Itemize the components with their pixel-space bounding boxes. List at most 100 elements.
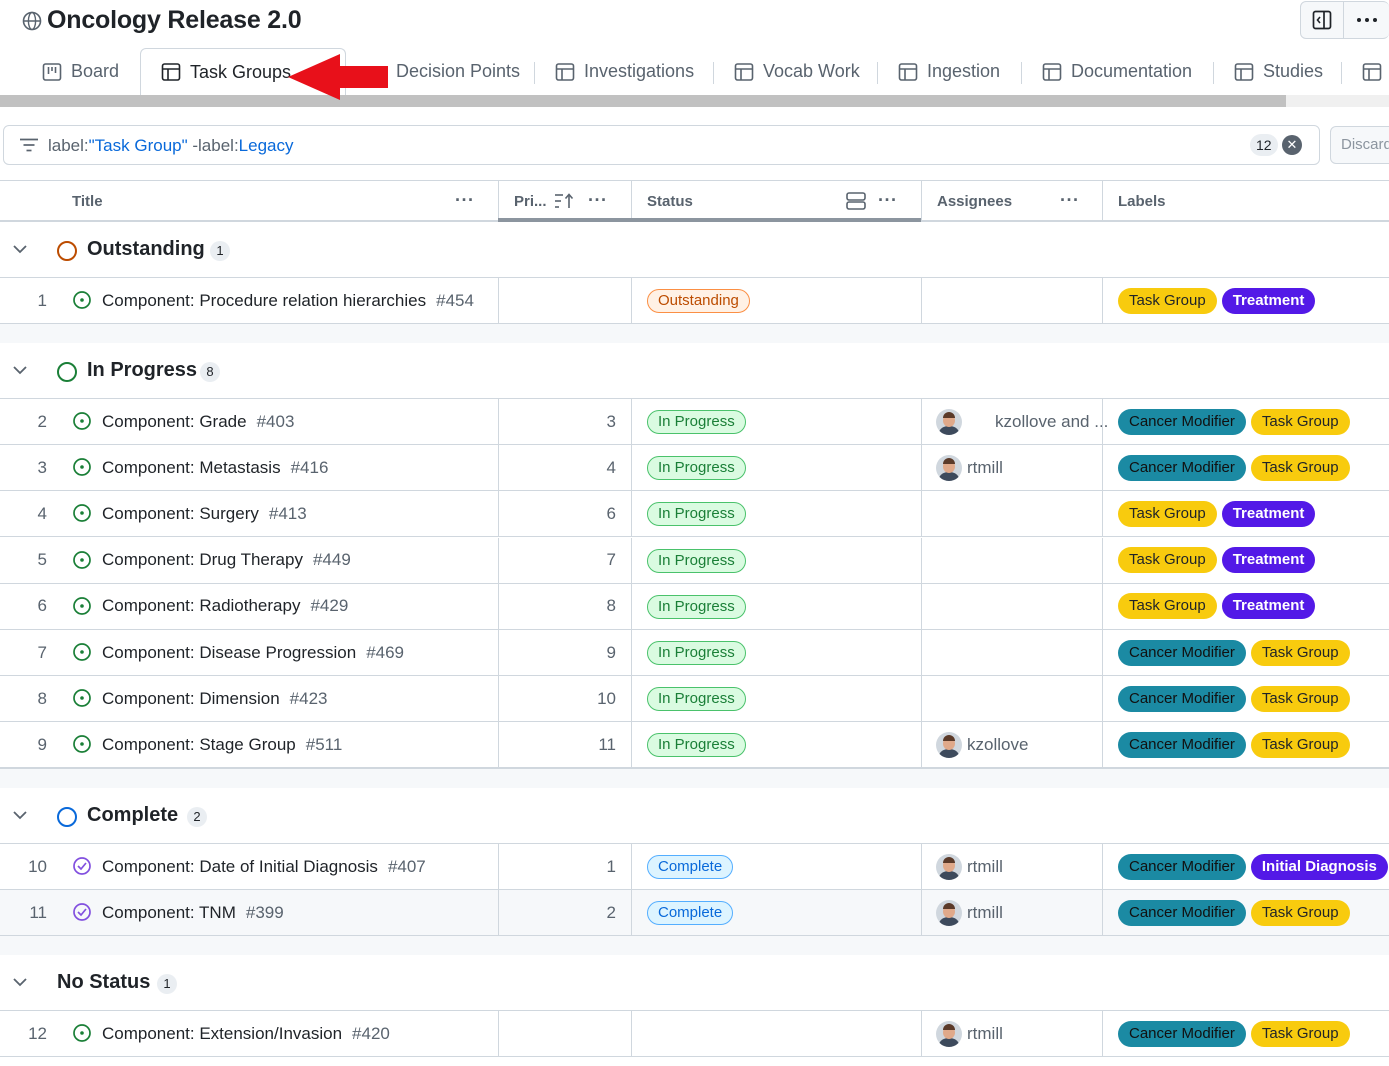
label-badge[interactable]: Cancer Modifier xyxy=(1118,853,1246,880)
label-badge[interactable]: Cancer Modifier xyxy=(1118,685,1246,712)
column-header-status[interactable]: Status xyxy=(647,181,693,221)
group-header[interactable]: Outstanding 1 xyxy=(0,223,1389,278)
table-row[interactable]: 1 Component: Procedure relation hierarchi… xyxy=(0,278,1389,324)
label-badge[interactable]: Initial Diagnosis xyxy=(1250,853,1388,880)
table-row[interactable]: 3 Component: Metastasis #416 4 In Progress rt… xyxy=(0,445,1389,492)
issue-title-link[interactable]: Component: Metastasis #416 xyxy=(102,445,328,490)
priority-value[interactable]: 3 xyxy=(499,399,616,444)
table-row[interactable]: 4 Component: Surgery #413 6 In Progress Task … xyxy=(0,491,1389,538)
issue-title-link[interactable]: Component: Disease Progression #469 xyxy=(102,630,404,675)
priority-value[interactable]: 7 xyxy=(499,538,616,583)
label-badge[interactable]: Treatment xyxy=(1221,593,1316,620)
table-row[interactable]: 10 Component: Date of Initial Diagnosis #4… xyxy=(0,844,1389,890)
issue-title-link[interactable]: Component: Drug Therapy #449 xyxy=(102,538,351,583)
label-badge[interactable]: Cancer Modifier xyxy=(1118,731,1246,758)
priority-value[interactable] xyxy=(499,278,616,323)
issue-title-link[interactable]: Component: TNM #399 xyxy=(102,890,284,935)
column-header-title[interactable]: Title xyxy=(72,181,103,221)
status-badge[interactable]: In Progress xyxy=(647,687,746,712)
table-row[interactable]: 7 Component: Disease Progression #469 9 In P… xyxy=(0,630,1389,676)
status-badge[interactable]: In Progress xyxy=(647,548,746,573)
chevron-down-icon[interactable] xyxy=(12,809,28,821)
label-badge[interactable]: Cancer Modifier xyxy=(1118,454,1246,481)
assignee[interactable]: rtmill xyxy=(936,844,1003,889)
column-header-assignees[interactable]: Assignees xyxy=(937,181,1012,221)
tab-decision-points[interactable]: Decision Points xyxy=(396,48,520,95)
assignee[interactable]: rtmill xyxy=(936,1011,1003,1056)
label-badge[interactable]: Cancer Modifier xyxy=(1118,408,1246,435)
label-badge[interactable]: Task Group xyxy=(1118,500,1217,527)
status-badge[interactable]: In Progress xyxy=(647,410,746,434)
discard-button[interactable]: Discard xyxy=(1330,126,1389,164)
label-badge[interactable]: Cancer Modifier xyxy=(1118,899,1246,926)
chevron-down-icon[interactable] xyxy=(12,243,28,255)
assignee[interactable]: rtmill xyxy=(936,890,1003,935)
assignee[interactable]: kzollove and ... xyxy=(936,399,1108,444)
column-menu-button[interactable]: ··· xyxy=(455,181,485,221)
table-row[interactable]: 11 Component: TNM #399 2 Complete rtmill Cance… xyxy=(0,890,1389,937)
label-badge[interactable]: Task Group xyxy=(1250,454,1350,481)
tab-overflow[interactable] xyxy=(1362,48,1382,95)
chevron-down-icon[interactable] xyxy=(12,976,28,988)
table-row[interactable]: 5 Component: Drug Therapy #449 7 In Progress… xyxy=(0,537,1389,584)
table-row[interactable]: 8 Component: Dimension #423 10 In Progress Ca… xyxy=(0,676,1389,723)
priority-value[interactable] xyxy=(499,1011,616,1056)
chevron-down-icon[interactable] xyxy=(12,364,28,376)
label-badge[interactable]: Task Group xyxy=(1118,287,1217,314)
tabs-scrollbar-thumb[interactable] xyxy=(0,95,1286,107)
label-badge[interactable]: Task Group xyxy=(1250,408,1350,435)
status-badge[interactable]: Outstanding xyxy=(647,289,750,313)
issue-title-link[interactable]: Component: Date of Initial Diagnosis #407 xyxy=(102,844,426,889)
table-row[interactable]: 12 Component: Extension/Invasion #420 rtmil… xyxy=(0,1011,1389,1057)
more-options-button[interactable] xyxy=(1343,1,1389,39)
status-badge[interactable]: In Progress xyxy=(647,733,746,758)
label-badge[interactable]: Treatment xyxy=(1221,500,1316,527)
label-badge[interactable]: Treatment xyxy=(1221,547,1316,574)
label-badge[interactable]: Task Group xyxy=(1118,593,1217,620)
issue-title-link[interactable]: Component: Stage Group #511 xyxy=(102,722,342,767)
status-badge[interactable]: In Progress xyxy=(647,641,746,665)
column-divider[interactable] xyxy=(1102,181,1103,221)
column-menu-button[interactable]: ··· xyxy=(588,181,618,221)
column-header-priority[interactable]: Pri... xyxy=(514,181,547,221)
side-panel-button[interactable] xyxy=(1300,1,1344,39)
tab-documentation[interactable]: Documentation xyxy=(1042,48,1192,95)
status-badge[interactable]: In Progress xyxy=(647,502,746,527)
label-badge[interactable]: Task Group xyxy=(1250,731,1350,758)
priority-value[interactable]: 6 xyxy=(499,491,616,536)
status-badge[interactable]: In Progress xyxy=(647,594,746,619)
table-row[interactable]: 9 Component: Stage Group #511 11 In Progress… xyxy=(0,722,1389,769)
label-badge[interactable]: Task Group xyxy=(1118,547,1217,574)
tab-vocab-work[interactable]: Vocab Work xyxy=(734,48,860,95)
label-badge[interactable]: Task Group xyxy=(1250,639,1350,666)
column-divider[interactable] xyxy=(921,181,922,221)
label-badge[interactable]: Task Group xyxy=(1250,685,1350,712)
label-badge[interactable]: Cancer Modifier xyxy=(1118,639,1246,666)
status-badge[interactable]: Complete xyxy=(647,855,734,879)
tab-board[interactable]: Board xyxy=(42,48,119,95)
label-badge[interactable]: Task Group xyxy=(1250,899,1350,926)
table-row[interactable]: 6 Component: Radiotherapy #429 8 In Progress… xyxy=(0,583,1389,630)
tab-studies[interactable]: Studies xyxy=(1234,48,1323,95)
issue-title-link[interactable]: Component: Grade #403 xyxy=(102,399,294,444)
issue-title-link[interactable]: Component: Extension/Invasion #420 xyxy=(102,1011,390,1056)
column-menu-button[interactable]: ··· xyxy=(1060,181,1090,221)
column-menu-button[interactable]: ··· xyxy=(878,181,908,221)
column-divider[interactable] xyxy=(498,181,499,221)
filter-bar[interactable]: label:"Task Group" -label:Legacy 12 ✕ xyxy=(3,125,1320,165)
issue-title-link[interactable]: Component: Procedure relation hierarchie… xyxy=(102,278,474,323)
group-header[interactable]: In Progress 8 xyxy=(0,344,1389,399)
group-header[interactable]: Complete 2 xyxy=(0,789,1389,844)
filter-query[interactable]: label:"Task Group" -label:Legacy xyxy=(48,136,294,156)
assignee[interactable]: rtmill xyxy=(936,445,1003,490)
priority-value[interactable]: 4 xyxy=(499,445,616,490)
priority-value[interactable]: 1 xyxy=(499,844,616,889)
priority-value[interactable]: 11 xyxy=(499,722,616,767)
priority-value[interactable]: 8 xyxy=(499,584,616,629)
assignee[interactable]: kzollove xyxy=(936,722,1028,767)
priority-value[interactable]: 10 xyxy=(499,676,616,721)
priority-value[interactable]: 2 xyxy=(499,890,616,935)
column-divider[interactable] xyxy=(631,181,632,221)
tab-ingestion[interactable]: Ingestion xyxy=(898,48,1000,95)
clear-filter-icon[interactable]: ✕ xyxy=(1282,135,1302,155)
